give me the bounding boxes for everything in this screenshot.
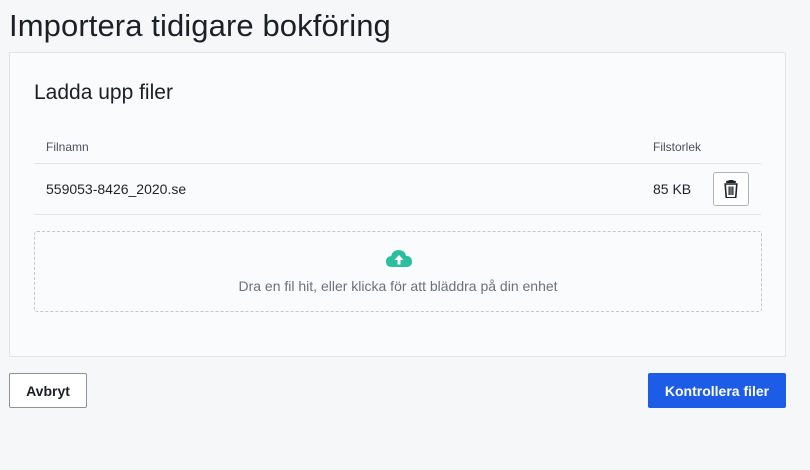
column-header-filesize: Filstorlek <box>653 140 702 154</box>
delete-file-button[interactable] <box>713 172 749 206</box>
upload-card-title: Ladda upp filer <box>34 81 173 104</box>
table-row: 559053-8426_2020.se 85 KB <box>34 164 761 215</box>
cloud-upload-icon <box>386 250 412 267</box>
file-name: 559053-8426_2020.se <box>46 181 187 197</box>
file-dropzone[interactable]: Dra en fil hit, eller klicka för att blä… <box>34 231 762 312</box>
file-table-header: Filnamn Filstorlek <box>34 135 761 164</box>
upload-card: Ladda upp filer Filnamn Filstorlek 55905… <box>9 52 786 357</box>
column-header-filename: Filnamn <box>46 140 89 154</box>
dropzone-instructions: Dra en fil hit, eller klicka för att blä… <box>238 278 558 294</box>
page-title: Importera tidigare bokföring <box>9 8 391 43</box>
trash-icon <box>724 180 738 198</box>
file-size: 85 KB <box>653 181 692 197</box>
check-files-button[interactable]: Kontrollera filer <box>648 373 786 408</box>
cancel-button[interactable]: Avbryt <box>9 373 87 408</box>
